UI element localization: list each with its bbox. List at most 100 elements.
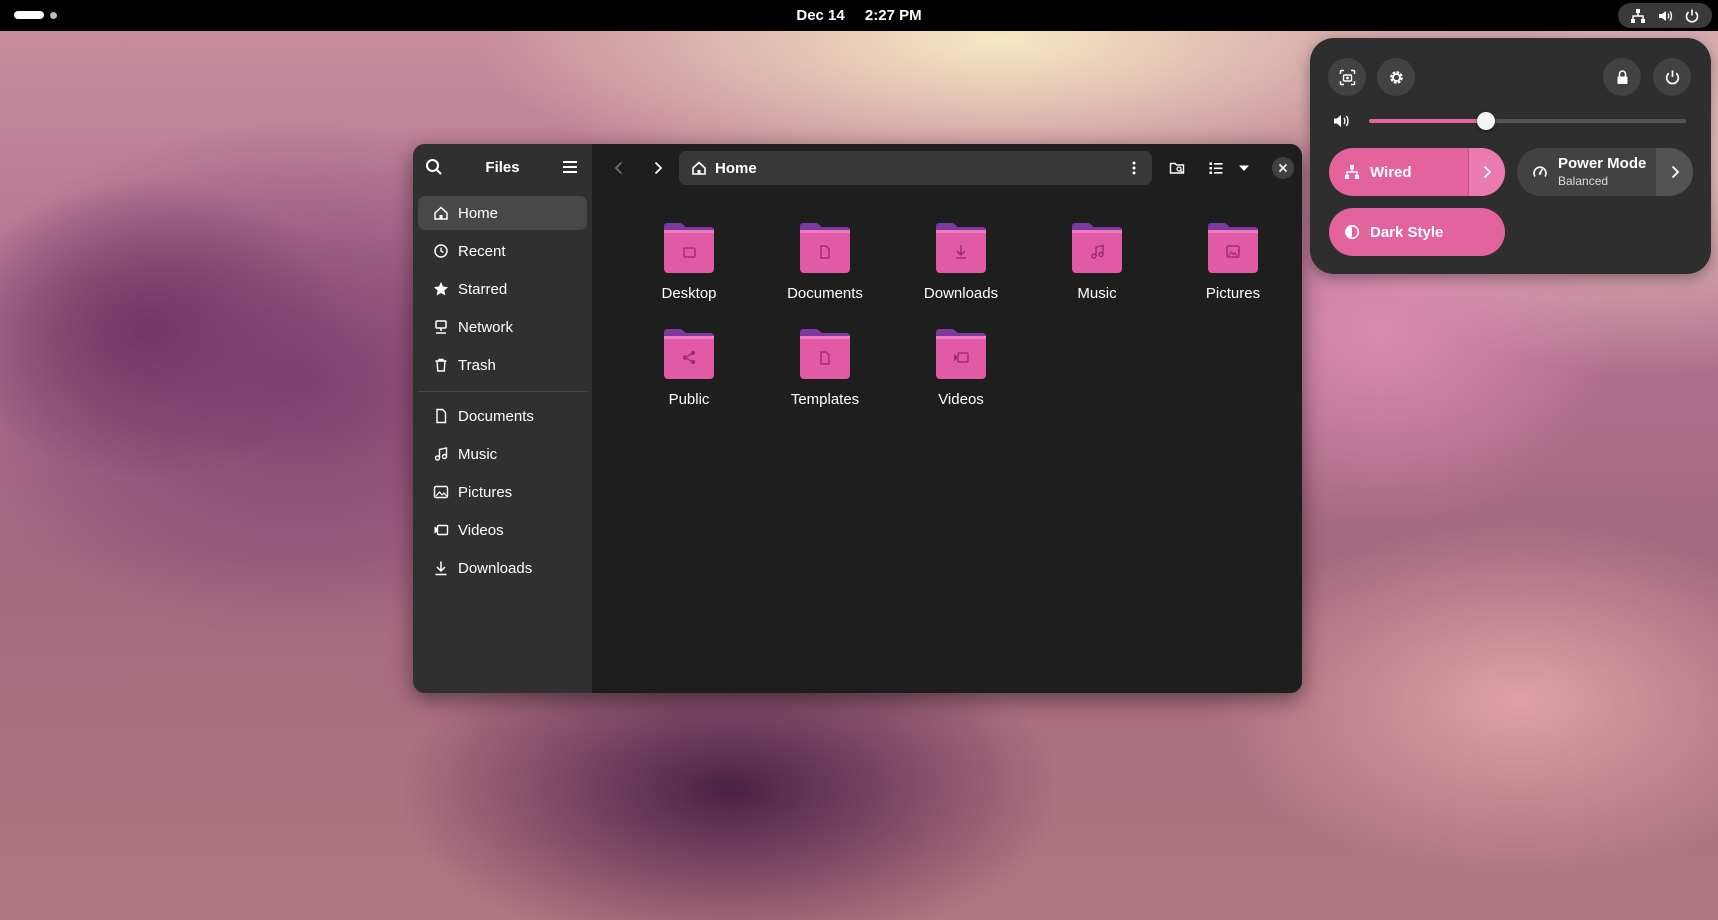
kebab-menu-icon: [1132, 161, 1136, 175]
folder-item-videos[interactable]: Videos: [906, 326, 1016, 416]
folder-label: Videos: [938, 391, 984, 408]
clock[interactable]: Dec 14 2:27 PM: [0, 7, 1718, 24]
folder-label: Documents: [787, 285, 863, 302]
power-mode-label: Power Mode: [1558, 154, 1647, 172]
sidebar-item-label: Trash: [458, 356, 496, 374]
network-icon: [435, 320, 447, 334]
chevron-right-icon: [1671, 165, 1679, 179]
network-wired-icon: [1630, 8, 1645, 23]
folder-item-music[interactable]: Music: [1042, 220, 1152, 310]
power-mode-text: Power Mode Balanced: [1558, 154, 1647, 189]
folder-item-downloads[interactable]: Downloads: [906, 220, 1016, 310]
folder-icon: [936, 329, 986, 379]
folder-item-pictures[interactable]: Pictures: [1178, 220, 1288, 310]
sidebar-item-label: Network: [458, 318, 514, 336]
files-content: Home Desktop Documents Downloads Music P…: [592, 144, 1302, 693]
folder-item-desktop[interactable]: Desktop: [634, 220, 744, 310]
download-icon: [435, 561, 447, 576]
sidebar-item-trash[interactable]: Trash: [418, 348, 587, 382]
list-view-icon: [1209, 162, 1223, 174]
lock-icon: [1617, 69, 1627, 84]
sidebar-item-network[interactable]: Network: [418, 310, 587, 344]
gear-icon: [1389, 70, 1403, 84]
sidebar-item-recent[interactable]: Recent: [418, 234, 587, 268]
view-options-button[interactable]: [1232, 156, 1256, 180]
back-button[interactable]: [607, 156, 631, 180]
sidebar-header: Files: [413, 144, 592, 190]
folder-label: Pictures: [1205, 285, 1261, 302]
view-list-button[interactable]: [1204, 156, 1228, 180]
wired-toggle[interactable]: Wired: [1329, 148, 1505, 196]
folder-item-public[interactable]: Public: [634, 326, 744, 416]
sidebar-item-label: Pictures: [458, 483, 513, 501]
volume-icon: [1658, 10, 1673, 21]
home-icon: [434, 206, 448, 220]
wired-toggle-main[interactable]: Wired: [1329, 148, 1412, 196]
top-bar: Dec 14 2:27 PM: [0, 0, 1718, 31]
power-icon: [1686, 9, 1699, 23]
sidebar-item-label: Recent: [458, 242, 506, 260]
dark-style-toggle[interactable]: Dark Style: [1329, 208, 1505, 256]
sidebar-item-label: Starred: [458, 280, 508, 298]
clock-date: Dec 14: [796, 7, 845, 24]
search-folder-button[interactable]: [1165, 156, 1189, 180]
screenshot-button[interactable]: [1328, 58, 1366, 96]
dark-style-label: Dark Style: [1370, 223, 1444, 241]
lock-screen-button[interactable]: [1603, 58, 1641, 96]
sidebar-item-label: Downloads: [458, 559, 533, 577]
sidebar-item-label: Music: [458, 445, 498, 463]
folder-label: Downloads: [923, 285, 999, 302]
chevron-right-icon: [1483, 165, 1492, 179]
screenshot-icon: [1339, 69, 1355, 85]
sidebar-item-home[interactable]: Home: [418, 196, 587, 230]
picture-icon: [433, 485, 449, 499]
volume-icon[interactable]: [1332, 112, 1350, 130]
sidebar-item-documents[interactable]: Documents: [418, 399, 587, 433]
star-icon: [434, 282, 448, 296]
close-icon: [1278, 163, 1288, 173]
sidebar-item-starred[interactable]: Starred: [418, 272, 587, 306]
power-mode-menu-arrow[interactable]: [1656, 148, 1693, 196]
wired-label: Wired: [1370, 163, 1412, 181]
folder-label: Music: [1077, 285, 1117, 302]
folder-icon: [800, 329, 850, 379]
clock-icon: [434, 244, 448, 258]
folder-icon: [800, 223, 850, 273]
sidebar-item-pictures[interactable]: Pictures: [418, 475, 587, 509]
wired-menu-arrow[interactable]: [1468, 148, 1505, 196]
sidebar-item-downloads[interactable]: Downloads: [418, 551, 587, 585]
power-off-button[interactable]: [1653, 58, 1691, 96]
location-label: Home: [715, 159, 757, 177]
dark-style-toggle-main: Dark Style: [1329, 208, 1443, 256]
sidebar-item-videos[interactable]: Videos: [418, 513, 587, 547]
sidebar-item-label: Home: [458, 204, 499, 222]
folder-label: Templates: [790, 391, 860, 408]
sidebar-item-music[interactable]: Music: [418, 437, 587, 471]
forward-button[interactable]: [646, 156, 670, 180]
location-menu-button[interactable]: [1122, 156, 1146, 180]
folder-item-templates[interactable]: Templates: [770, 326, 880, 416]
document-icon: [436, 408, 447, 424]
sidebar-item-label: Videos: [458, 521, 504, 539]
location-bar[interactable]: Home: [679, 151, 1152, 185]
volume-slider-handle[interactable]: [1477, 112, 1496, 130]
volume-slider[interactable]: [1369, 112, 1686, 130]
folder-label: Public: [668, 391, 710, 408]
volume-slider-fill: [1369, 119, 1487, 123]
clock-time: 2:27 PM: [864, 7, 922, 24]
settings-button[interactable]: [1377, 58, 1415, 96]
dark-mode-icon: [1345, 225, 1359, 239]
folder-icon: [1072, 223, 1122, 273]
folder-item-documents[interactable]: Documents: [770, 220, 880, 310]
hamburger-menu-icon[interactable]: [559, 156, 581, 178]
sidebar-item-label: Documents: [458, 407, 534, 425]
power-mode-toggle-main[interactable]: Power Mode Balanced: [1517, 148, 1646, 196]
quick-settings-panel: Wired Power Mode Balanced Dark Style: [1310, 38, 1711, 274]
power-mode-toggle[interactable]: Power Mode Balanced: [1517, 148, 1693, 196]
close-window-button[interactable]: [1272, 157, 1294, 179]
home-icon: [692, 161, 706, 175]
power-icon: [1665, 70, 1679, 84]
music-icon: [434, 447, 448, 461]
system-menu-button[interactable]: [1618, 3, 1712, 28]
folder-icon: [1208, 223, 1258, 273]
